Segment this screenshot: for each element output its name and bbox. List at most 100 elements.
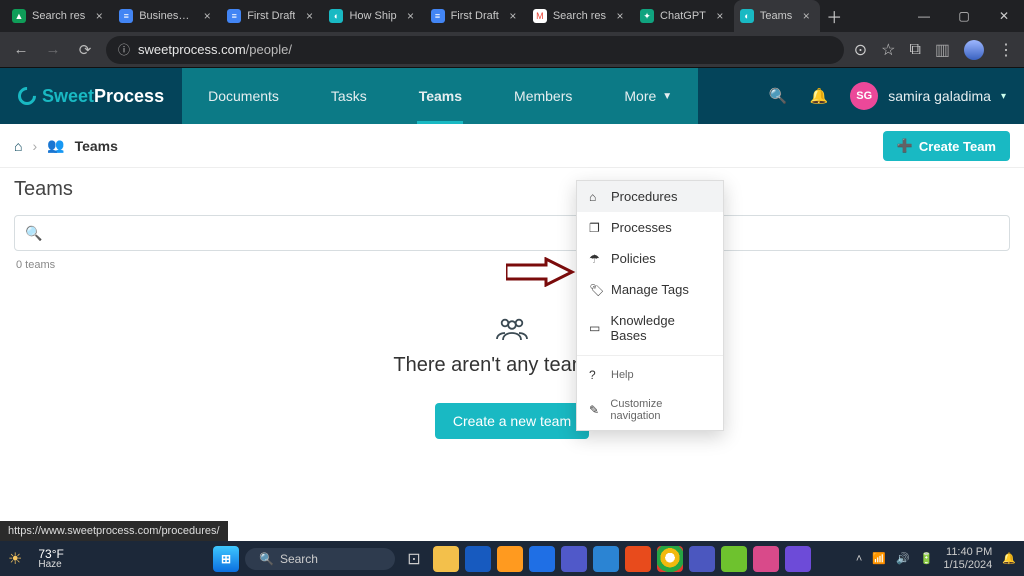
tab-5[interactable]: MSearch res× [527,0,634,32]
team-search[interactable]: 🔍 [14,215,1010,251]
app-icon[interactable] [689,546,715,572]
nav-members[interactable]: Members [488,68,598,124]
tab-label: Teams [760,10,792,22]
weather-widget[interactable]: 73°F Haze [38,548,63,570]
explorer-icon[interactable] [433,546,459,572]
battery-icon[interactable]: 🔋 [920,552,934,565]
close-icon[interactable]: × [91,9,107,23]
tab-6[interactable]: ✦ChatGPT× [634,0,734,32]
store-icon[interactable] [593,546,619,572]
menu-policies[interactable]: ☂ Policies [577,243,723,274]
edge-icon[interactable] [529,546,555,572]
create-team-button[interactable]: ➕Create Team [883,131,1010,161]
nav-documents[interactable]: Documents [182,68,305,124]
logo-text-b: Process [94,86,164,106]
weather-icon[interactable]: ☀ [8,549,22,569]
sidepanel-icon[interactable]: ▥ [935,40,950,60]
extensions-icon[interactable]: ⧉ [909,41,920,59]
search-icon[interactable]: 🔍 [769,87,788,105]
task-view-icon[interactable]: ⊡ [401,546,427,572]
menu-help[interactable]: ?Help [577,360,723,390]
translate-icon[interactable]: ⊙ [854,40,867,60]
plus-icon: ➕ [897,138,913,154]
app-icon[interactable] [497,546,523,572]
app-icon[interactable] [625,546,651,572]
address-bar: ← → ⟳ ⓘ sweetprocess.com/people/ ⊙ ☆ ⧉ ▥… [0,32,1024,68]
menu-processes[interactable]: ❐Processes [577,212,723,243]
volume-icon[interactable]: 🔊 [896,552,910,565]
create-new-team-button[interactable]: Create a new team [435,403,589,439]
close-icon[interactable]: × [798,9,814,23]
tray-chevron-icon[interactable]: ˄ [856,553,862,565]
chrome-icon[interactable] [657,546,683,572]
tab-4[interactable]: ≡First Draft× [425,0,527,32]
start-button[interactable]: ⊞ [213,546,239,572]
profile-avatar[interactable] [964,40,984,60]
taskbar-search[interactable]: 🔍Search [245,548,395,570]
menu-label: Policies [611,251,656,266]
forward-button[interactable]: → [42,41,64,58]
tab-label: Business P [139,10,193,22]
search-input[interactable] [50,216,999,250]
menu-knowledge-bases[interactable]: ▭Knowledge Bases [577,305,723,351]
home-icon[interactable]: ⌂ [14,138,22,154]
menu-procedures[interactable]: ⌂Procedures [577,181,723,212]
close-icon[interactable]: × [712,9,728,23]
tab-0[interactable]: ▲Search res× [6,0,113,32]
menu-label: Manage Tags [611,282,689,297]
tab-7[interactable]: ◐Teams× [734,0,820,32]
app-icon[interactable] [721,546,747,572]
tab-label: First Draft [247,10,295,22]
close-window-button[interactable]: ✕ [984,0,1024,32]
tab-label: How Ship [349,10,396,22]
breadcrumb-current: Teams [75,138,118,154]
url-field[interactable]: ⓘ sweetprocess.com/people/ [106,36,844,64]
url-host: sweetprocess.com [138,42,246,57]
umbrella-icon: ☂ [589,252,603,266]
close-icon[interactable]: × [301,9,317,23]
back-button[interactable]: ← [10,41,32,58]
menu-customize-nav[interactable]: ✎Customize navigation [577,390,723,430]
clock-time: 11:40 PM [943,546,992,558]
maximize-button[interactable]: ▢ [944,0,984,32]
nav-tasks[interactable]: Tasks [305,68,393,124]
bell-icon[interactable]: 🔔 [810,87,829,105]
tab-2[interactable]: ≡First Draft× [221,0,323,32]
app-icon[interactable] [785,546,811,572]
tab-1[interactable]: ≡Business P× [113,0,221,32]
help-icon: ? [589,368,603,382]
avatar: SG [850,82,878,110]
close-icon[interactable]: × [403,9,419,23]
primary-nav: Documents Tasks Teams Members More▼ [182,68,698,124]
empty-state: There aren't any teams yet Create a new … [0,275,1024,439]
reload-button[interactable]: ⟳ [74,41,96,59]
logo[interactable]: SweetProcess [0,68,182,124]
teams-icon: 👥 [47,137,64,154]
user-menu[interactable]: SG samira galadima ▾ [850,82,1006,110]
search-icon: 🔍 [259,552,274,566]
teams-app-icon[interactable] [561,546,587,572]
browser-menu-icon[interactable]: ⋮ [998,40,1014,60]
tab-label: ChatGPT [660,10,706,22]
app-icon[interactable] [753,546,779,572]
wifi-icon[interactable]: 📶 [872,552,886,565]
close-icon[interactable]: × [505,9,521,23]
bookmark-icon[interactable]: ☆ [881,40,895,60]
taskbar-clock[interactable]: 11:40 PM 1/15/2024 [943,546,992,570]
close-icon[interactable]: × [199,9,215,23]
empty-text: There aren't any teams yet [0,354,1024,377]
menu-manage-tags[interactable]: 🏷Manage Tags [577,274,723,305]
weather-cond: Haze [38,560,63,570]
new-tab-button[interactable]: ＋ [820,0,848,32]
tab-3[interactable]: ◐How Ship× [323,0,424,32]
site-info-icon[interactable]: ⓘ [118,41,130,58]
notifications-icon[interactable]: 🔔 [1002,552,1016,565]
minimize-button[interactable]: ― [904,0,944,32]
user-name: samira galadima [888,88,991,104]
close-icon[interactable]: × [612,9,628,23]
nav-teams[interactable]: Teams [393,68,488,124]
menu-label: Customize navigation [610,398,711,422]
app-icon[interactable] [465,546,491,572]
menu-label: Procedures [611,189,677,204]
nav-more[interactable]: More▼ [598,68,698,124]
